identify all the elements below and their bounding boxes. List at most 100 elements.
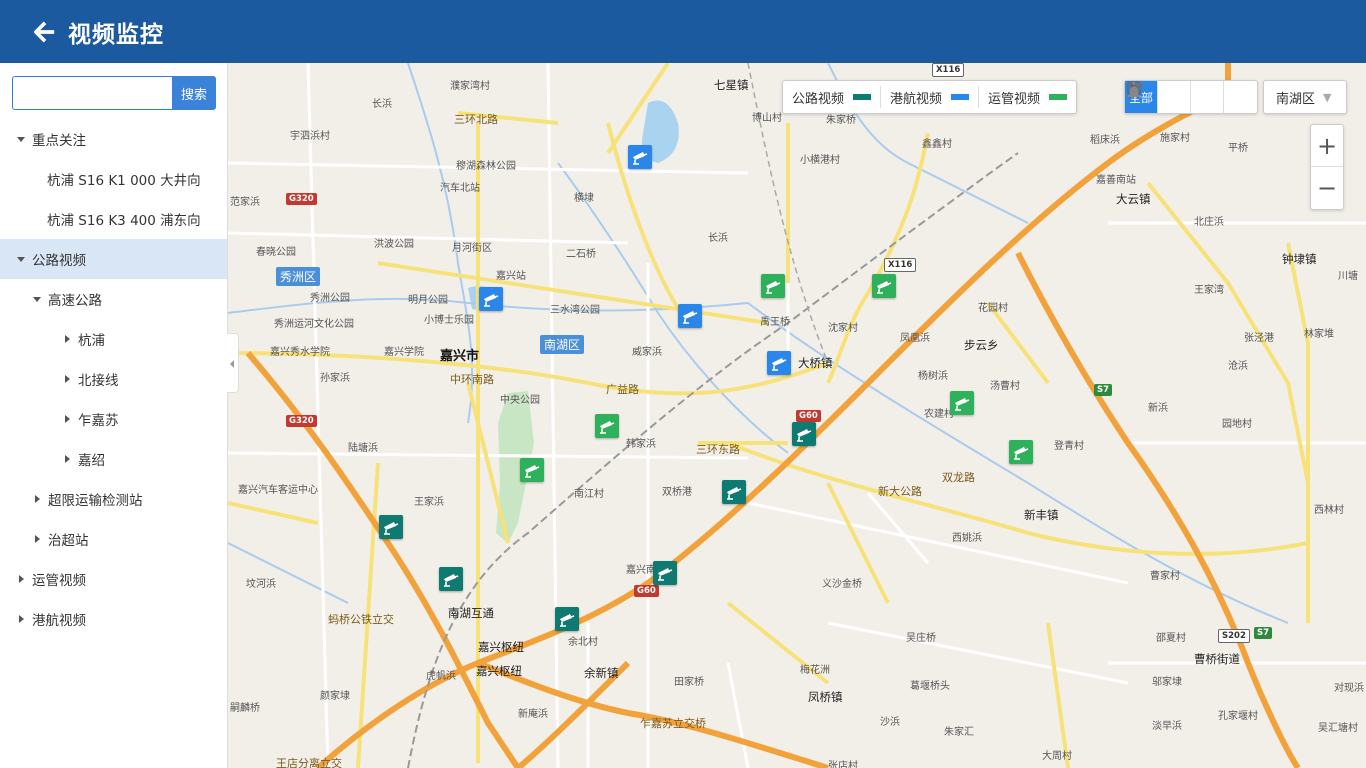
place-label: 博山村 — [752, 113, 782, 124]
tree-node[interactable]: 治超站 — [0, 519, 227, 559]
place-label: 月河街区 — [452, 243, 492, 254]
tree-node-label: 北接线 — [78, 373, 119, 389]
road-label: 王店分离立交 — [276, 757, 342, 768]
caret-right-icon[interactable] — [32, 534, 42, 544]
tree-node-label: 治超站 — [48, 533, 89, 549]
camera-icon — [1014, 447, 1029, 460]
tree-node[interactable]: 杭浦 S16 K3 400 浦东向 — [0, 199, 227, 239]
place-label: 沧浜 — [1228, 361, 1248, 372]
camera-icon — [600, 421, 615, 434]
place-label: 春晓公园 — [256, 247, 296, 258]
search-input[interactable] — [12, 76, 172, 110]
back-arrow-icon[interactable] — [34, 21, 56, 43]
tree-node[interactable]: 乍嘉苏 — [0, 399, 227, 439]
highway-camera-marker[interactable] — [653, 561, 677, 585]
zoom-in-button[interactable]: + — [1311, 125, 1343, 167]
highway-camera-marker[interactable] — [439, 567, 463, 591]
highway-camera-marker[interactable] — [792, 422, 816, 446]
transport-camera-marker[interactable] — [1009, 440, 1033, 464]
map-view[interactable]: 濮家湾村 七星镇 长浜 三环北路 博山村 朱家桥 稻床浜 施家村 宇泗浜村 鑫鑫村 平桥 穆湖森林公园… — [228, 63, 1366, 768]
tree-node-label: 杭浦 S16 K3 400 浦东向 — [47, 213, 201, 229]
tree-node[interactable]: 公路视频 — [0, 239, 227, 279]
transport-camera-marker[interactable] — [595, 414, 619, 438]
tree-node-label: 高速公路 — [48, 293, 102, 309]
place-label: 西姚浜 — [952, 533, 982, 544]
tree-node[interactable]: 北接线 — [0, 359, 227, 399]
place-label: 新丰镇 — [1024, 508, 1059, 522]
tree-node[interactable]: 杭浦 — [0, 319, 227, 359]
road-label: 三环东路 — [696, 443, 740, 456]
tree-node[interactable]: 超限运输检测站 — [0, 479, 227, 519]
caret-down-icon[interactable] — [32, 294, 42, 304]
caret-right-icon[interactable] — [32, 494, 42, 504]
sidebar: 搜索 重点关注杭浦 S16 K1 000 大井向 杭浦 S16 K3 400 浦东… — [0, 63, 228, 768]
search-button[interactable]: 搜索 — [172, 76, 216, 110]
transport-camera-marker[interactable] — [761, 274, 785, 298]
caret-right-icon[interactable] — [16, 614, 26, 624]
port-camera-marker[interactable] — [678, 304, 702, 328]
road-label: 广益路 — [606, 383, 639, 396]
tree-node[interactable]: 高速公路 — [0, 279, 227, 319]
highway-camera-marker[interactable] — [722, 480, 746, 504]
place-label: 北庄浜 — [1194, 217, 1224, 228]
transport-camera-marker[interactable] — [872, 274, 896, 298]
place-label: 秀洲公园 — [310, 293, 350, 304]
road-label: 蚂桥公铁立交 — [328, 613, 394, 626]
tree-node[interactable]: 杭浦 S16 K1 000 大井向 — [0, 159, 227, 199]
port-camera-marker[interactable] — [628, 145, 652, 169]
tree-node[interactable]: 港航视频 — [0, 599, 227, 639]
place-label: 步云乡 — [964, 338, 999, 352]
caret-right-icon[interactable] — [62, 334, 72, 344]
place-label: 淡早浜 — [1152, 721, 1182, 732]
place-label: 孔家堰村 — [1218, 711, 1258, 722]
tree-node[interactable]: 嘉绍 — [0, 439, 227, 479]
camera-icon — [633, 152, 648, 165]
highway-camera-marker[interactable] — [379, 515, 403, 539]
tree-node[interactable]: 重点关注 — [0, 119, 227, 159]
caret-right-icon[interactable] — [62, 374, 72, 384]
place-label: 对现浜 — [1334, 683, 1364, 694]
place-label: 林家堆 — [1304, 329, 1334, 340]
place-label: 虎帆浜 — [426, 671, 456, 682]
sidebar-collapse-handle[interactable] — [227, 333, 239, 393]
caret-down-icon[interactable] — [16, 134, 26, 144]
port-camera-marker[interactable] — [479, 287, 503, 311]
tree-node[interactable]: 运管视频 — [0, 559, 227, 599]
transport-camera-marker[interactable] — [950, 391, 974, 415]
district-select-value: 南湖区 — [1276, 91, 1316, 107]
tree-node-label: 杭浦 S16 K1 000 大井向 — [47, 173, 201, 189]
legend-label: 公路视频 — [792, 91, 845, 107]
search-bar: 搜索 — [12, 76, 216, 110]
place-label: 曹桥街道 — [1194, 652, 1240, 666]
filter-beacon-button[interactable] — [1128, 81, 1257, 113]
place-label: 余新镇 — [584, 666, 619, 680]
transport-camera-marker[interactable] — [520, 458, 544, 482]
place-label: 园地村 — [1222, 419, 1252, 430]
legend-item: 公路视频 — [783, 86, 882, 108]
zoom-out-button[interactable]: − — [1311, 167, 1343, 209]
place-label: 鑫鑫村 — [922, 139, 952, 150]
place-label: 梅花洲 — [800, 665, 830, 676]
filter-bus-button[interactable] — [1127, 81, 1191, 113]
caret-right-icon[interactable] — [62, 414, 72, 424]
highway-camera-marker[interactable] — [555, 607, 579, 631]
port-camera-marker[interactable] — [767, 351, 791, 375]
place-label: 秀洲运河文化公园 — [274, 319, 354, 330]
place-label: 凤凰浜 — [900, 333, 930, 344]
district-select[interactable]: 南湖区 ▼ — [1263, 80, 1347, 114]
route-shield: S7 — [1254, 627, 1273, 639]
page-title: 视频监控 — [68, 21, 164, 48]
place-label: 明月公园 — [408, 295, 448, 306]
place-label: 新浜 — [1148, 403, 1168, 414]
caret-down-icon[interactable] — [16, 254, 26, 264]
place-label: 张泾港 — [1244, 333, 1274, 344]
place-label: 杨树浜 — [918, 371, 948, 382]
filter-road-button[interactable] — [1127, 81, 1224, 113]
camera-icon — [955, 398, 970, 411]
camera-icon — [560, 614, 575, 627]
caret-right-icon[interactable] — [62, 454, 72, 464]
route-shield: X116 — [932, 63, 965, 77]
category-filter: 全部 — [1124, 80, 1258, 114]
caret-right-icon[interactable] — [16, 574, 26, 584]
legend-item: 运管视频 — [979, 86, 1076, 108]
